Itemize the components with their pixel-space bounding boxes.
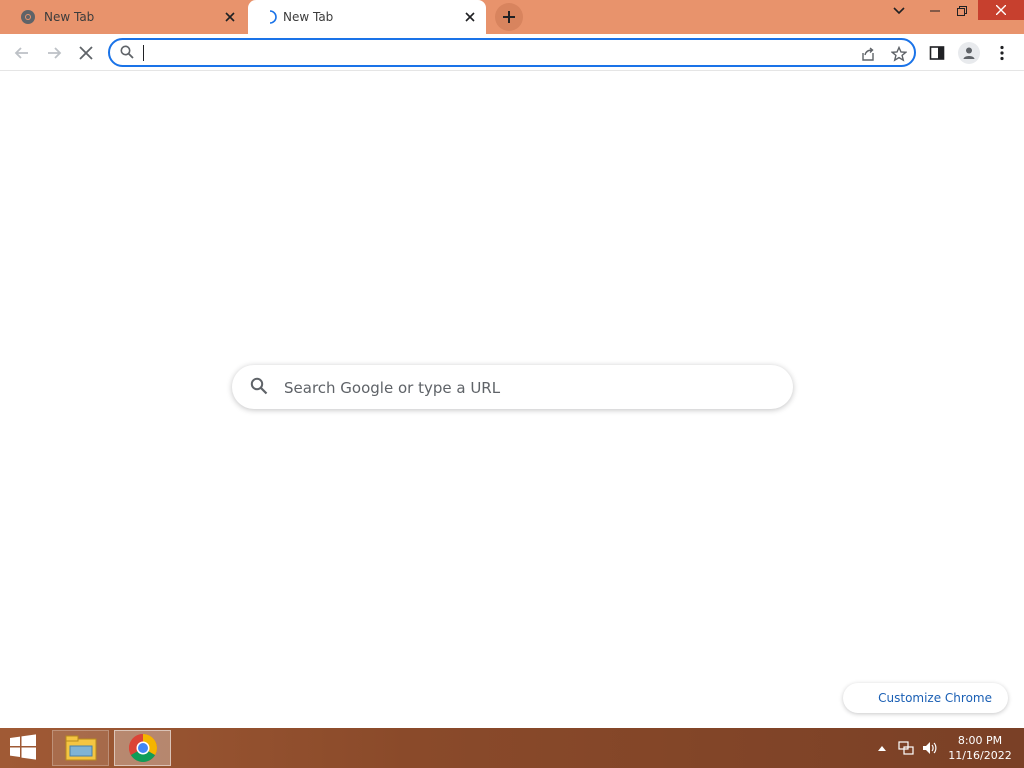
forward-arrow-icon: [48, 47, 62, 59]
volume-button[interactable]: [922, 740, 938, 756]
tab-2[interactable]: New Tab: [248, 0, 486, 34]
volume-icon: [923, 742, 937, 754]
bookmark-star-icon: [891, 46, 907, 62]
address-bar[interactable]: [108, 38, 916, 67]
search-icon: [250, 377, 268, 395]
clock-time: 8:00 PM: [957, 734, 1003, 747]
chrome-taskbar-button[interactable]: [114, 730, 171, 766]
stop-loading-icon: [79, 46, 93, 60]
restore-button[interactable]: [947, 0, 977, 22]
browser-toolbar: [0, 34, 1024, 71]
bookmark-button[interactable]: [889, 44, 909, 64]
profile-icon: [963, 47, 975, 59]
taskbar: 8:00 PM 11/16/2022: [0, 728, 1024, 768]
forward-button[interactable]: [41, 40, 67, 66]
side-panel-icon: [929, 46, 945, 60]
network-icon: [898, 741, 914, 755]
close-tab-icon[interactable]: [462, 9, 478, 25]
chevron-up-icon: [878, 746, 886, 751]
tab-1[interactable]: New Tab: [0, 0, 246, 34]
tab-search-button[interactable]: [884, 0, 914, 22]
minimize-icon: [930, 10, 940, 12]
minimize-button[interactable]: [920, 0, 950, 22]
profile-button[interactable]: [956, 40, 982, 66]
chrome-icon: [21, 10, 35, 24]
file-explorer-taskbar-button[interactable]: [52, 730, 109, 766]
avatar: [958, 42, 980, 64]
close-window-button[interactable]: [978, 0, 1024, 20]
start-button[interactable]: [8, 734, 40, 762]
new-tab-button[interactable]: [495, 3, 523, 31]
show-hidden-icons-button[interactable]: [874, 740, 890, 756]
tab-title: New Tab: [283, 10, 334, 24]
close-icon: [996, 5, 1006, 15]
ntp-search-box[interactable]: Search Google or type a URL: [232, 365, 793, 409]
menu-button[interactable]: [989, 40, 1015, 66]
restore-icon: [957, 6, 967, 16]
customize-chrome-button[interactable]: Customize Chrome: [843, 683, 1008, 713]
windows-start-icon: [10, 734, 36, 760]
stop-loading-button[interactable]: [73, 40, 99, 66]
ntp-search-placeholder: Search Google or type a URL: [284, 379, 501, 397]
chrome-icon: [128, 734, 157, 762]
clock-date: 11/16/2022: [948, 749, 1012, 762]
plus-icon: [503, 11, 515, 23]
taskbar-clock[interactable]: 8:00 PM 11/16/2022: [946, 733, 1014, 763]
back-arrow-icon: [14, 47, 28, 59]
text-cursor: [143, 45, 144, 61]
customize-chrome-label: Customize Chrome: [878, 691, 992, 705]
back-button[interactable]: [9, 40, 35, 66]
file-explorer-icon: [65, 735, 96, 761]
address-input[interactable]: [142, 43, 842, 63]
share-button[interactable]: [858, 44, 878, 64]
tab-strip: New Tab New Tab: [0, 0, 1024, 34]
share-icon: [862, 47, 874, 61]
side-panel-button[interactable]: [924, 40, 950, 66]
close-tab-icon[interactable]: [222, 9, 238, 25]
chevron-down-icon: [893, 7, 905, 15]
network-button[interactable]: [898, 740, 914, 756]
loading-spinner-icon: [269, 10, 277, 24]
search-icon: [120, 45, 134, 59]
tab-title: New Tab: [44, 10, 95, 24]
menu-kebab-icon: [1000, 45, 1004, 61]
